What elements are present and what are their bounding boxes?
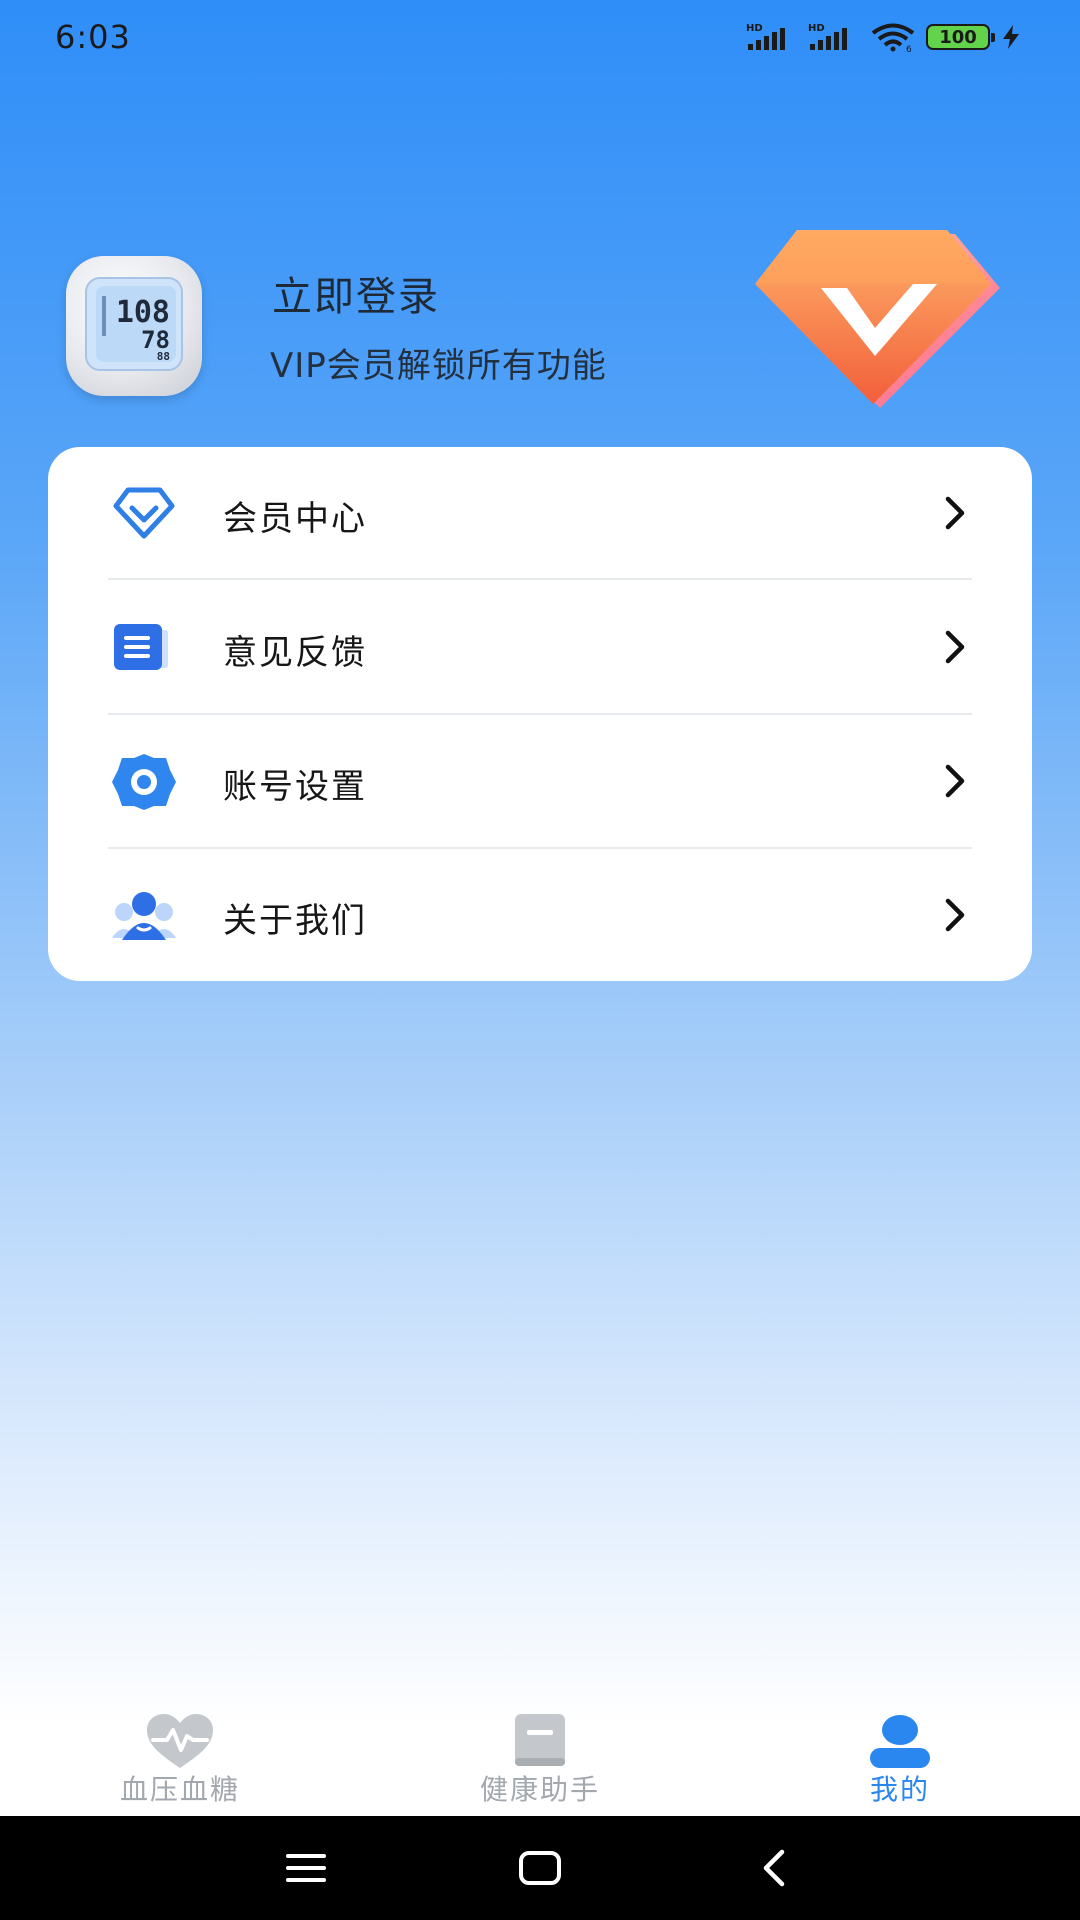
status-time: 6:03 xyxy=(55,18,131,56)
charging-icon xyxy=(1003,25,1019,49)
menu-card: 会员中心 意见反馈 账号设置 关于我们 xyxy=(48,447,1032,981)
system-nav-bar xyxy=(0,1816,1080,1920)
chevron-right-icon xyxy=(945,630,965,664)
svg-text:HD: HD xyxy=(808,23,825,34)
chevron-right-icon xyxy=(945,496,965,530)
people-icon xyxy=(110,882,178,950)
tab-label: 我的 xyxy=(869,1773,930,1806)
book-icon xyxy=(515,1714,565,1766)
user-icon xyxy=(870,1715,930,1768)
tab-label: 健康助手 xyxy=(479,1773,600,1806)
tab-health-assistant[interactable]: 健康助手 xyxy=(440,1700,640,1816)
divider xyxy=(108,578,972,580)
home-icon[interactable] xyxy=(510,1842,570,1894)
status-icons: HD HD 6 100 xyxy=(746,22,1022,52)
tab-blood-pressure-sugar[interactable]: 血压血糖 xyxy=(80,1700,280,1816)
wifi-icon: 6 xyxy=(871,23,915,52)
profile-header[interactable]: 108 78 88 立即登录 VIP会员解锁所有功能 xyxy=(0,230,1080,420)
menu-item-vip-center[interactable]: 会员中心 xyxy=(48,447,1032,581)
status-bar: 6:03 HD HD 6 100 xyxy=(0,0,1080,78)
hd-signal-icon: HD xyxy=(746,23,785,50)
back-icon[interactable] xyxy=(744,1842,804,1894)
vip-subtitle: VIP会员解锁所有功能 xyxy=(270,346,607,386)
monitor-sys-reading: 108 xyxy=(116,295,170,330)
tab-mine[interactable]: 我的 xyxy=(800,1700,1000,1816)
heart-pulse-icon xyxy=(147,1714,213,1768)
menu-item-about-us[interactable]: 关于我们 xyxy=(48,849,1032,983)
menu-item-feedback[interactable]: 意见反馈 xyxy=(48,581,1032,715)
battery-icon: 100 xyxy=(926,24,995,50)
login-title[interactable]: 立即登录 xyxy=(272,264,440,322)
menu-item-label: 意见反馈 xyxy=(223,633,367,673)
menu-item-label: 关于我们 xyxy=(223,901,367,941)
tab-label: 血压血糖 xyxy=(119,1773,240,1806)
monitor-pulse-reading: 88 xyxy=(157,350,170,363)
vip-diamond-icon[interactable] xyxy=(755,226,1005,416)
document-icon xyxy=(110,614,178,682)
diamond-icon xyxy=(110,480,178,548)
svg-text:HD: HD xyxy=(746,23,763,34)
gear-icon xyxy=(110,748,178,816)
menu-item-label: 会员中心 xyxy=(223,499,367,539)
avatar[interactable]: 108 78 88 xyxy=(66,256,202,396)
hd-signal-icon: HD xyxy=(808,23,847,50)
menu-item-label: 账号设置 xyxy=(223,767,367,807)
menu-item-account-settings[interactable]: 账号设置 xyxy=(48,715,1032,849)
bottom-tab-bar: 血压血糖 健康助手 我的 xyxy=(0,1700,1080,1816)
svg-text:6: 6 xyxy=(906,45,912,52)
chevron-right-icon xyxy=(945,764,965,798)
chevron-right-icon xyxy=(945,898,965,932)
blood-pressure-monitor-icon: 108 78 88 xyxy=(85,277,183,371)
menu-icon[interactable] xyxy=(276,1842,336,1894)
